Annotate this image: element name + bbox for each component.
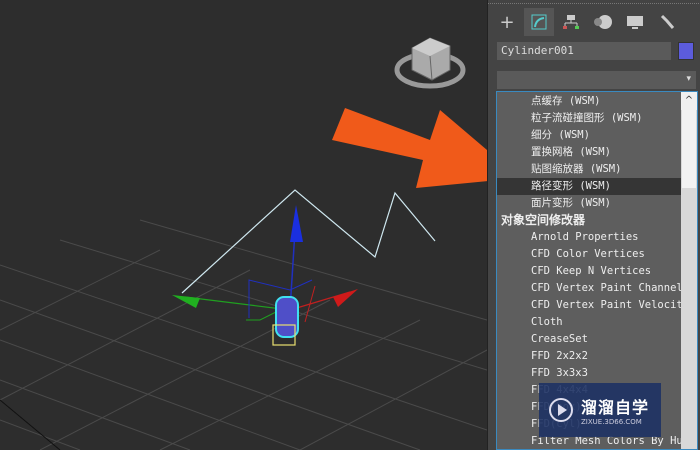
- modifier-list-item[interactable]: CFD Vertex Paint Velocity: [497, 297, 689, 314]
- modifier-list-item[interactable]: Arnold Properties: [497, 229, 681, 246]
- modify-tab-modify-icon[interactable]: [524, 8, 554, 36]
- scroll-thumb[interactable]: [682, 110, 696, 188]
- modifier-list-item[interactable]: CFD Color Vertices: [497, 246, 681, 263]
- arrow-annotation: [332, 108, 487, 188]
- object-name-input[interactable]: Cylinder001: [497, 42, 671, 60]
- modifier-list-item[interactable]: 路径变形 (WSM): [497, 178, 681, 195]
- path-spline[interactable]: [181, 189, 436, 294]
- modifier-list-item[interactable]: 置换网格 (WSM): [497, 144, 681, 161]
- modifier-list-item[interactable]: FFD 2x2x2: [497, 348, 681, 365]
- create-tab-plus-icon[interactable]: +: [492, 8, 522, 36]
- display-tab-display-icon[interactable]: [620, 8, 650, 36]
- world-axis: [0, 399, 61, 450]
- utilities-tab-wrench-icon[interactable]: [652, 8, 682, 36]
- modifier-list-item[interactable]: FFD 3x3x3: [497, 365, 681, 382]
- cylinder001[interactable]: [272, 296, 299, 346]
- hierarchy-tab-hierarchy-icon[interactable]: [556, 8, 586, 36]
- scrollbar[interactable]: ^: [681, 92, 697, 449]
- watermark-title: 溜溜自学: [581, 398, 650, 417]
- modifier-list-item[interactable]: 细分 (WSM): [497, 127, 681, 144]
- modifier-list-item[interactable]: 贴图缩放器 (WSM): [497, 161, 681, 178]
- scroll-up-button[interactable]: ^: [681, 92, 697, 110]
- play-logo-icon: [549, 398, 573, 422]
- modifier-list-item[interactable]: CFD Vertex Paint Channel: [497, 280, 683, 297]
- transform-gizmo[interactable]: [172, 205, 358, 323]
- viewcube[interactable]: [394, 37, 466, 89]
- modifier-list-item[interactable]: 粒子流碰撞图形 (WSM): [497, 110, 681, 127]
- viewport-perspective[interactable]: [0, 0, 487, 450]
- modifier-list-item[interactable]: 点缓存 (WSM): [497, 93, 681, 110]
- modifier-list-dropdown[interactable]: ▾: [497, 71, 696, 89]
- scene: [0, 37, 487, 450]
- object-color-swatch[interactable]: [678, 42, 694, 60]
- modifier-list-item[interactable]: Cloth: [497, 314, 681, 331]
- command-tabs: +: [492, 8, 682, 36]
- watermark-url: ZIXUE.3D66.COM: [581, 418, 642, 426]
- modifier-list-item[interactable]: CreaseSet: [497, 331, 681, 348]
- modifier-list-item[interactable]: 面片变形 (WSM): [497, 195, 681, 212]
- motion-tab-motion-icon[interactable]: [588, 8, 618, 36]
- watermark: 溜溜自学 ZIXUE.3D66.COM: [539, 383, 661, 437]
- panel-grip[interactable]: [488, 0, 700, 4]
- grid: [0, 219, 487, 450]
- chevron-down-icon: ▾: [686, 74, 691, 84]
- modifier-list-item[interactable]: CFD Keep N Vertices: [497, 263, 681, 280]
- list-category-header: 对象空间修改器: [501, 213, 586, 227]
